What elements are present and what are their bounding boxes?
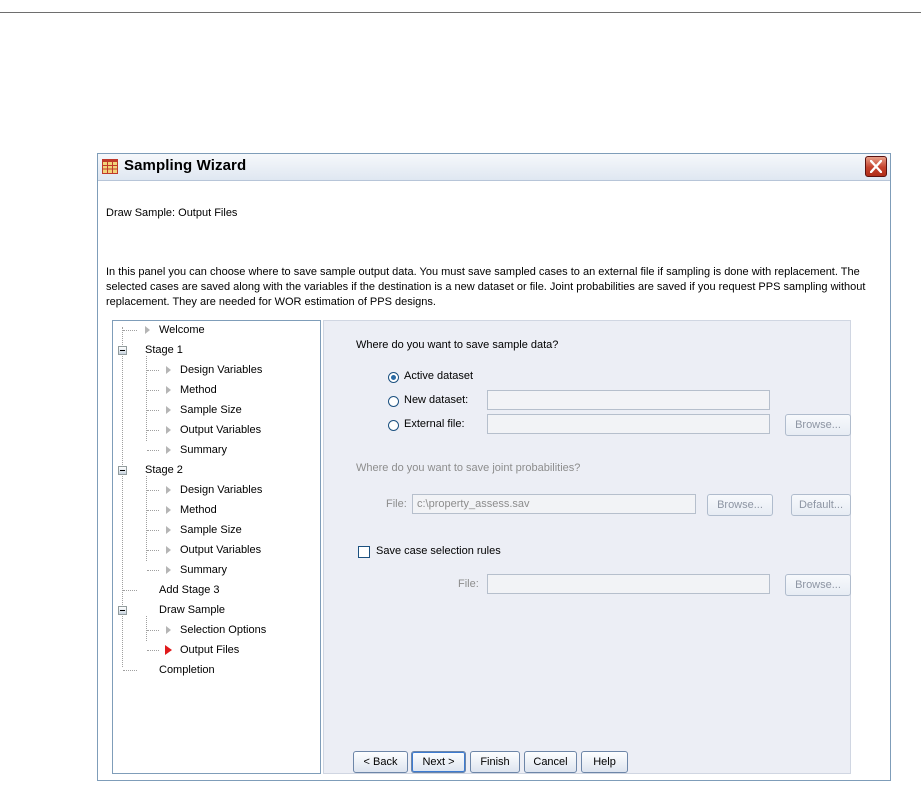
collapse-icon[interactable]	[118, 606, 127, 615]
external-file-browse-button[interactable]: Browse...	[785, 414, 851, 436]
current-step-arrow-icon	[165, 645, 172, 655]
tree-item-stage2-output-variables[interactable]: Output Variables	[113, 541, 313, 559]
tree-item-selection-options[interactable]: Selection Options	[113, 621, 313, 639]
wizard-step-tree: Welcome Stage 1 Design Variables Method …	[112, 320, 321, 774]
tree-item-stage-1[interactable]: Stage 1	[113, 341, 313, 359]
output-files-panel: Where do you want to save sample data? A…	[323, 320, 851, 774]
new-dataset-field[interactable]	[487, 390, 770, 410]
rules-file-label: File:	[458, 578, 479, 590]
tree-item-stage1-method[interactable]: Method	[113, 381, 313, 399]
tree-item-draw-sample[interactable]: Draw Sample	[113, 601, 313, 619]
spreadsheet-icon	[102, 159, 118, 174]
external-file-label[interactable]: External file:	[404, 418, 465, 430]
step-arrow-icon	[145, 326, 150, 334]
window-title: Sampling Wizard	[124, 157, 247, 174]
help-button[interactable]: Help	[581, 751, 628, 773]
tree-item-stage2-sample-size[interactable]: Sample Size	[113, 521, 313, 539]
step-description: In this panel you can choose where to sa…	[106, 266, 866, 308]
step-arrow-icon	[166, 506, 171, 514]
back-button[interactable]: < Back	[353, 751, 408, 773]
title-bar: Sampling Wizard	[98, 154, 890, 181]
next-button[interactable]: Next >	[411, 751, 466, 773]
step-title: Draw Sample: Output Files	[106, 207, 238, 219]
tree-item-stage1-summary[interactable]: Summary	[113, 441, 313, 459]
new-dataset-label[interactable]: New dataset:	[404, 394, 468, 406]
active-dataset-label[interactable]: Active dataset	[404, 370, 473, 382]
step-arrow-icon	[166, 426, 171, 434]
save-rules-checkbox[interactable]	[358, 546, 370, 558]
tree-item-welcome[interactable]: Welcome	[113, 321, 313, 339]
step-arrow-icon	[166, 386, 171, 394]
step-arrow-icon	[166, 546, 171, 554]
rules-file-browse-button[interactable]: Browse...	[785, 574, 851, 596]
tree-item-stage1-design-variables[interactable]: Design Variables	[113, 361, 313, 379]
tree-item-stage2-method[interactable]: Method	[113, 501, 313, 519]
save-sample-question: Where do you want to save sample data?	[356, 339, 559, 351]
tree-item-output-files[interactable]: Output Files	[113, 641, 313, 659]
sampling-wizard-window: Sampling Wizard Draw Sample: Output File…	[97, 153, 891, 781]
page-rule	[0, 12, 921, 13]
joint-probabilities-file-field[interactable]: c:\property_assess.sav	[412, 494, 696, 514]
step-arrow-icon	[166, 366, 171, 374]
tree-item-completion[interactable]: Completion	[113, 661, 313, 679]
joint-probabilities-question: Where do you want to save joint probabil…	[356, 462, 581, 474]
cancel-button[interactable]: Cancel	[524, 751, 577, 773]
step-arrow-icon	[166, 406, 171, 414]
new-dataset-radio[interactable]	[388, 396, 399, 407]
tree-item-stage1-sample-size[interactable]: Sample Size	[113, 401, 313, 419]
finish-button[interactable]: Finish	[470, 751, 520, 773]
joint-file-browse-button[interactable]: Browse...	[707, 494, 773, 516]
wizard-body: Draw Sample: Output Files In this panel …	[98, 181, 890, 780]
joint-file-default-button[interactable]: Default...	[791, 494, 851, 516]
active-dataset-radio[interactable]	[388, 372, 399, 383]
collapse-icon[interactable]	[118, 346, 127, 355]
tree-item-add-stage-3[interactable]: Add Stage 3	[113, 581, 313, 599]
collapse-icon[interactable]	[118, 466, 127, 475]
close-icon	[870, 160, 882, 173]
rules-file-field[interactable]	[487, 574, 770, 594]
joint-file-label: File:	[386, 498, 407, 510]
tree-item-stage2-design-variables[interactable]: Design Variables	[113, 481, 313, 499]
step-arrow-icon	[166, 626, 171, 634]
step-arrow-icon	[166, 446, 171, 454]
save-rules-label[interactable]: Save case selection rules	[376, 545, 501, 557]
step-arrow-icon	[166, 526, 171, 534]
tree-item-stage2-summary[interactable]: Summary	[113, 561, 313, 579]
close-button[interactable]	[865, 156, 887, 177]
external-file-field[interactable]	[487, 414, 770, 434]
step-arrow-icon	[166, 486, 171, 494]
tree-item-stage1-output-variables[interactable]: Output Variables	[113, 421, 313, 439]
tree-item-stage-2[interactable]: Stage 2	[113, 461, 313, 479]
step-arrow-icon	[166, 566, 171, 574]
external-file-radio[interactable]	[388, 420, 399, 431]
